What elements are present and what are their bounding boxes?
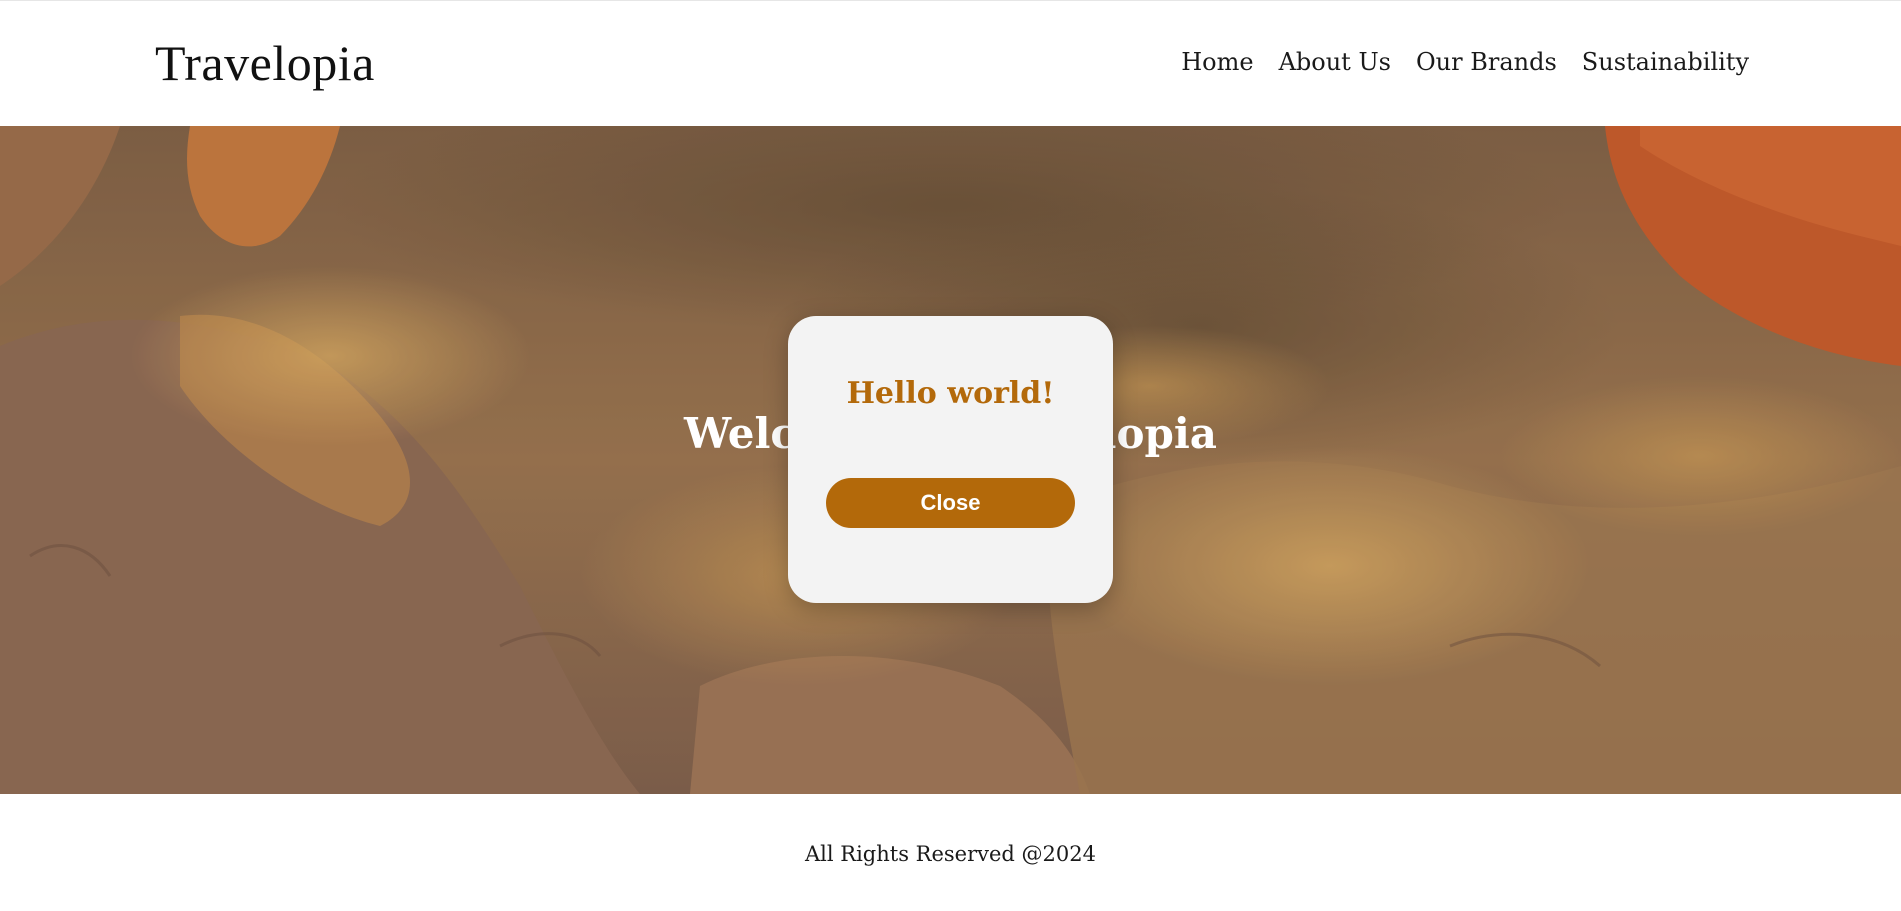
modal-dialog: Hello world! Close	[788, 316, 1113, 603]
nav-sustainability[interactable]: Sustainability	[1582, 47, 1749, 77]
main-nav: Home About Us Our Brands Sustainability	[1181, 47, 1749, 77]
close-button[interactable]: Close	[826, 478, 1075, 528]
page: Travelopia Home About Us Our Brands Sust…	[0, 0, 1901, 911]
nav-about-us[interactable]: About Us	[1279, 47, 1391, 77]
site-header: Travelopia Home About Us Our Brands Sust…	[0, 1, 1901, 126]
site-footer: All Rights Reserved @2024	[0, 794, 1901, 911]
modal-title: Hello world!	[846, 376, 1055, 411]
site-logo[interactable]: Travelopia	[155, 33, 375, 93]
nav-our-brands[interactable]: Our Brands	[1416, 47, 1557, 77]
footer-copyright: All Rights Reserved @2024	[805, 842, 1096, 866]
nav-home[interactable]: Home	[1181, 47, 1253, 77]
